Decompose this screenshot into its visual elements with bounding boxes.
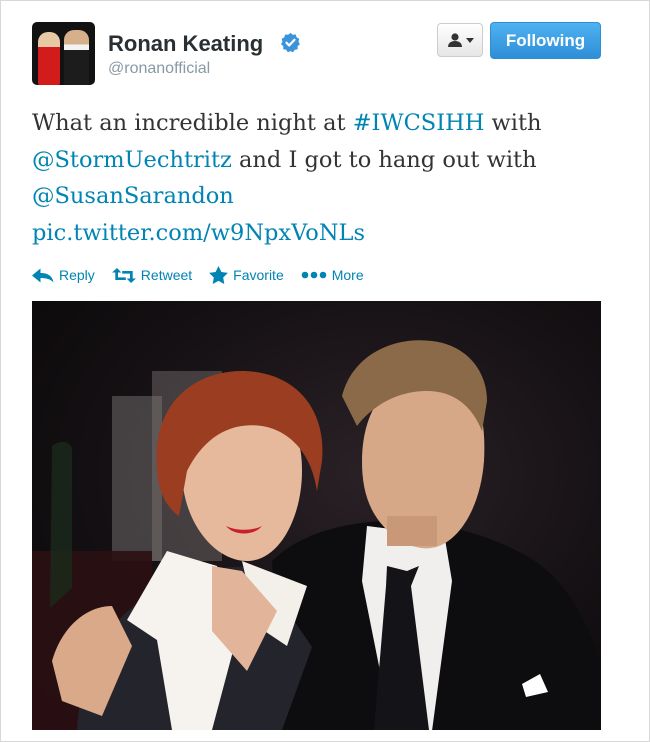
retweet-icon — [111, 267, 136, 283]
hashtag-link[interactable]: #IWCSIHH — [353, 110, 485, 136]
tweet-photo-illustration — [32, 340, 601, 730]
avatar-figure-woman — [38, 32, 60, 85]
retweet-label: Retweet — [140, 267, 193, 283]
tweet-text-part: with — [484, 110, 542, 136]
mention-link[interactable]: @SusanSarandon — [32, 183, 234, 209]
more-label: More — [331, 267, 364, 283]
favorite-button[interactable]: Favorite — [209, 266, 284, 284]
verified-badge-icon — [281, 32, 300, 53]
user-actions-dropdown[interactable] — [437, 23, 483, 57]
user-icon — [447, 33, 462, 47]
reply-button[interactable]: Reply — [32, 267, 95, 283]
display-name[interactable]: Ronan Keating — [108, 31, 263, 57]
star-icon — [209, 266, 229, 284]
tweet-actions: Reply Retweet Favorite More — [32, 264, 381, 286]
following-button[interactable]: Following — [490, 22, 601, 59]
more-button[interactable]: More — [301, 267, 364, 283]
tweet-text-part: What an incredible night at — [32, 110, 353, 136]
reply-label: Reply — [59, 267, 95, 283]
tweet-text: What an incredible night at #IWCSIHH wit… — [32, 105, 622, 251]
retweet-button[interactable]: Retweet — [111, 267, 193, 283]
profile-avatar[interactable] — [32, 22, 95, 85]
reply-icon — [32, 268, 54, 282]
user-handle[interactable]: @ronanofficial — [108, 60, 210, 78]
avatar-figure-man — [64, 30, 89, 85]
more-dots-icon — [301, 271, 327, 279]
tweet-card: Ronan Keating @ronanofficial Following W… — [0, 0, 650, 742]
mention-link[interactable]: @StormUechtritz — [32, 147, 232, 173]
favorite-label: Favorite — [233, 267, 284, 283]
tweet-text-part: and I got to hang out with — [231, 146, 537, 173]
caret-down-icon — [465, 37, 474, 43]
tweet-photo[interactable] — [32, 301, 601, 730]
pic-link[interactable]: pic.twitter.com/w9NpxVoNLs — [32, 220, 365, 246]
